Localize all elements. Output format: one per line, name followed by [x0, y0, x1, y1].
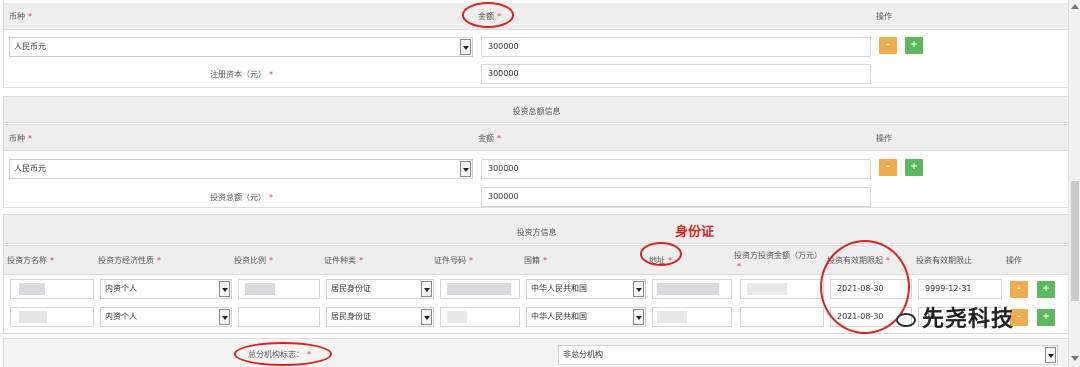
id-number-input[interactable]: [440, 279, 520, 299]
add-currency-button[interactable]: +: [905, 37, 923, 54]
investment-amount-input[interactable]: 300000: [481, 159, 871, 179]
investment-currency-select[interactable]: 人民币元: [9, 159, 473, 179]
operations-column-label: 操作: [876, 12, 892, 21]
registered-capital-label: 注册资本（元） *: [210, 70, 273, 79]
address-highlight-circle: [640, 242, 682, 266]
address-input[interactable]: [652, 307, 732, 327]
investment-total-input[interactable]: 300000: [481, 187, 871, 207]
investment-total-panel: 投资总额信息 币种 * 金额 * 操作 人民币元 300000 - + 投资总额（元…: [3, 96, 1070, 208]
economic-nature-select[interactable]: 内资个人: [100, 279, 232, 299]
investment-currency-header-row: [4, 124, 1069, 151]
investment-amount-label: 金额 *: [478, 134, 501, 143]
investment-currency-label: 币种 *: [9, 134, 32, 143]
header-id-number: 证件号码 *: [434, 256, 473, 265]
redacted-text: [657, 283, 719, 295]
branch-highlight-circle: [234, 342, 332, 366]
investor-name-input[interactable]: [10, 307, 94, 327]
remove-investment-currency-button[interactable]: -: [879, 159, 897, 176]
address-input[interactable]: [652, 279, 732, 299]
add-investor-button[interactable]: +: [1037, 281, 1055, 298]
remove-currency-button[interactable]: -: [879, 37, 897, 54]
investment-amount-input[interactable]: [740, 279, 824, 299]
redacted-text: [19, 311, 47, 323]
registered-capital-panel: 币种 * 金额 * 操作 人民币元 300000 - + 注册资本（元） * 3000…: [3, 0, 1070, 88]
id-card-annotation: 身份证: [675, 225, 715, 240]
redacted-text: [447, 283, 511, 295]
chevron-down-icon[interactable]: [219, 281, 230, 297]
vertical-scrollbar[interactable]: [1068, 0, 1080, 367]
add-investment-currency-button[interactable]: +: [905, 159, 923, 176]
branch-flag-select[interactable]: 非总分机构: [558, 345, 1058, 365]
scroll-up-icon[interactable]: [1071, 4, 1079, 9]
investment-amount-input[interactable]: [740, 307, 824, 327]
redacted-text: [657, 311, 687, 323]
header-investment-ratio: 投资比例 *: [234, 256, 273, 265]
amount-input[interactable]: 300000: [481, 37, 871, 57]
scroll-down-icon[interactable]: [1071, 356, 1079, 361]
investor-name-input[interactable]: [10, 279, 94, 299]
add-investor-button[interactable]: +: [1037, 309, 1055, 326]
id-type-select[interactable]: 居民身份证: [326, 307, 434, 327]
form-page: 币种 * 金额 * 操作 人民币元 300000 - + 注册资本（元） * 3000…: [0, 0, 1080, 367]
nationality-select[interactable]: 中华人民共和国: [526, 307, 646, 327]
registered-capital-input[interactable]: 300000: [481, 64, 871, 84]
wechat-icon: [896, 313, 916, 327]
chevron-down-icon[interactable]: [1045, 347, 1056, 363]
economic-nature-select[interactable]: 内资个人: [100, 307, 232, 327]
redacted-text: [447, 311, 467, 323]
chevron-down-icon[interactable]: [219, 309, 230, 325]
scrollbar-thumb[interactable]: [1071, 181, 1079, 301]
header-operations: 操作: [1006, 256, 1022, 265]
currency-column-label: 币种 *: [9, 12, 32, 21]
currency-header-row: [4, 3, 1069, 30]
chevron-down-icon[interactable]: [633, 281, 644, 297]
header-economic-nature: 投资方经济性质 *: [98, 256, 161, 265]
header-id-type: 证件种类 *: [324, 256, 363, 265]
nationality-select[interactable]: 中华人民共和国: [526, 279, 646, 299]
redacted-text: [245, 283, 275, 295]
amount-highlight-circle: [462, 2, 514, 28]
investment-operations-label: 操作: [876, 134, 892, 143]
header-investor-name: 投资方名称 *: [7, 256, 54, 265]
remove-investor-button[interactable]: -: [1010, 281, 1028, 298]
valid-to-input[interactable]: 9999-12-31: [918, 279, 1002, 299]
investment-ratio-input[interactable]: [238, 279, 320, 299]
chevron-down-icon[interactable]: [460, 39, 471, 55]
id-number-input[interactable]: [440, 307, 520, 327]
chevron-down-icon[interactable]: [421, 281, 432, 297]
header-investment-amount: 投资方投资金额（万元）*: [734, 251, 822, 271]
branch-panel: 总分机构标志： * 非总分机构: [3, 338, 1070, 367]
redacted-text: [747, 283, 787, 295]
chevron-down-icon[interactable]: [633, 309, 644, 325]
watermark-text: 先尧科技: [922, 307, 1015, 332]
chevron-down-icon[interactable]: [460, 161, 471, 177]
currency-select[interactable]: 人民币元: [9, 37, 473, 57]
header-valid-to: 投资有效期限止: [916, 256, 972, 265]
redacted-text: [19, 283, 45, 295]
investment-ratio-input[interactable]: [238, 307, 320, 327]
investor-title: 投资方信息: [516, 228, 557, 237]
header-nationality: 国籍 *: [524, 256, 547, 265]
chevron-down-icon[interactable]: [421, 309, 432, 325]
investment-total-title: 投资总额信息: [512, 107, 561, 116]
investment-total-label: 投资总额（元） *: [210, 193, 273, 202]
id-type-select[interactable]: 居民身份证: [326, 279, 434, 299]
